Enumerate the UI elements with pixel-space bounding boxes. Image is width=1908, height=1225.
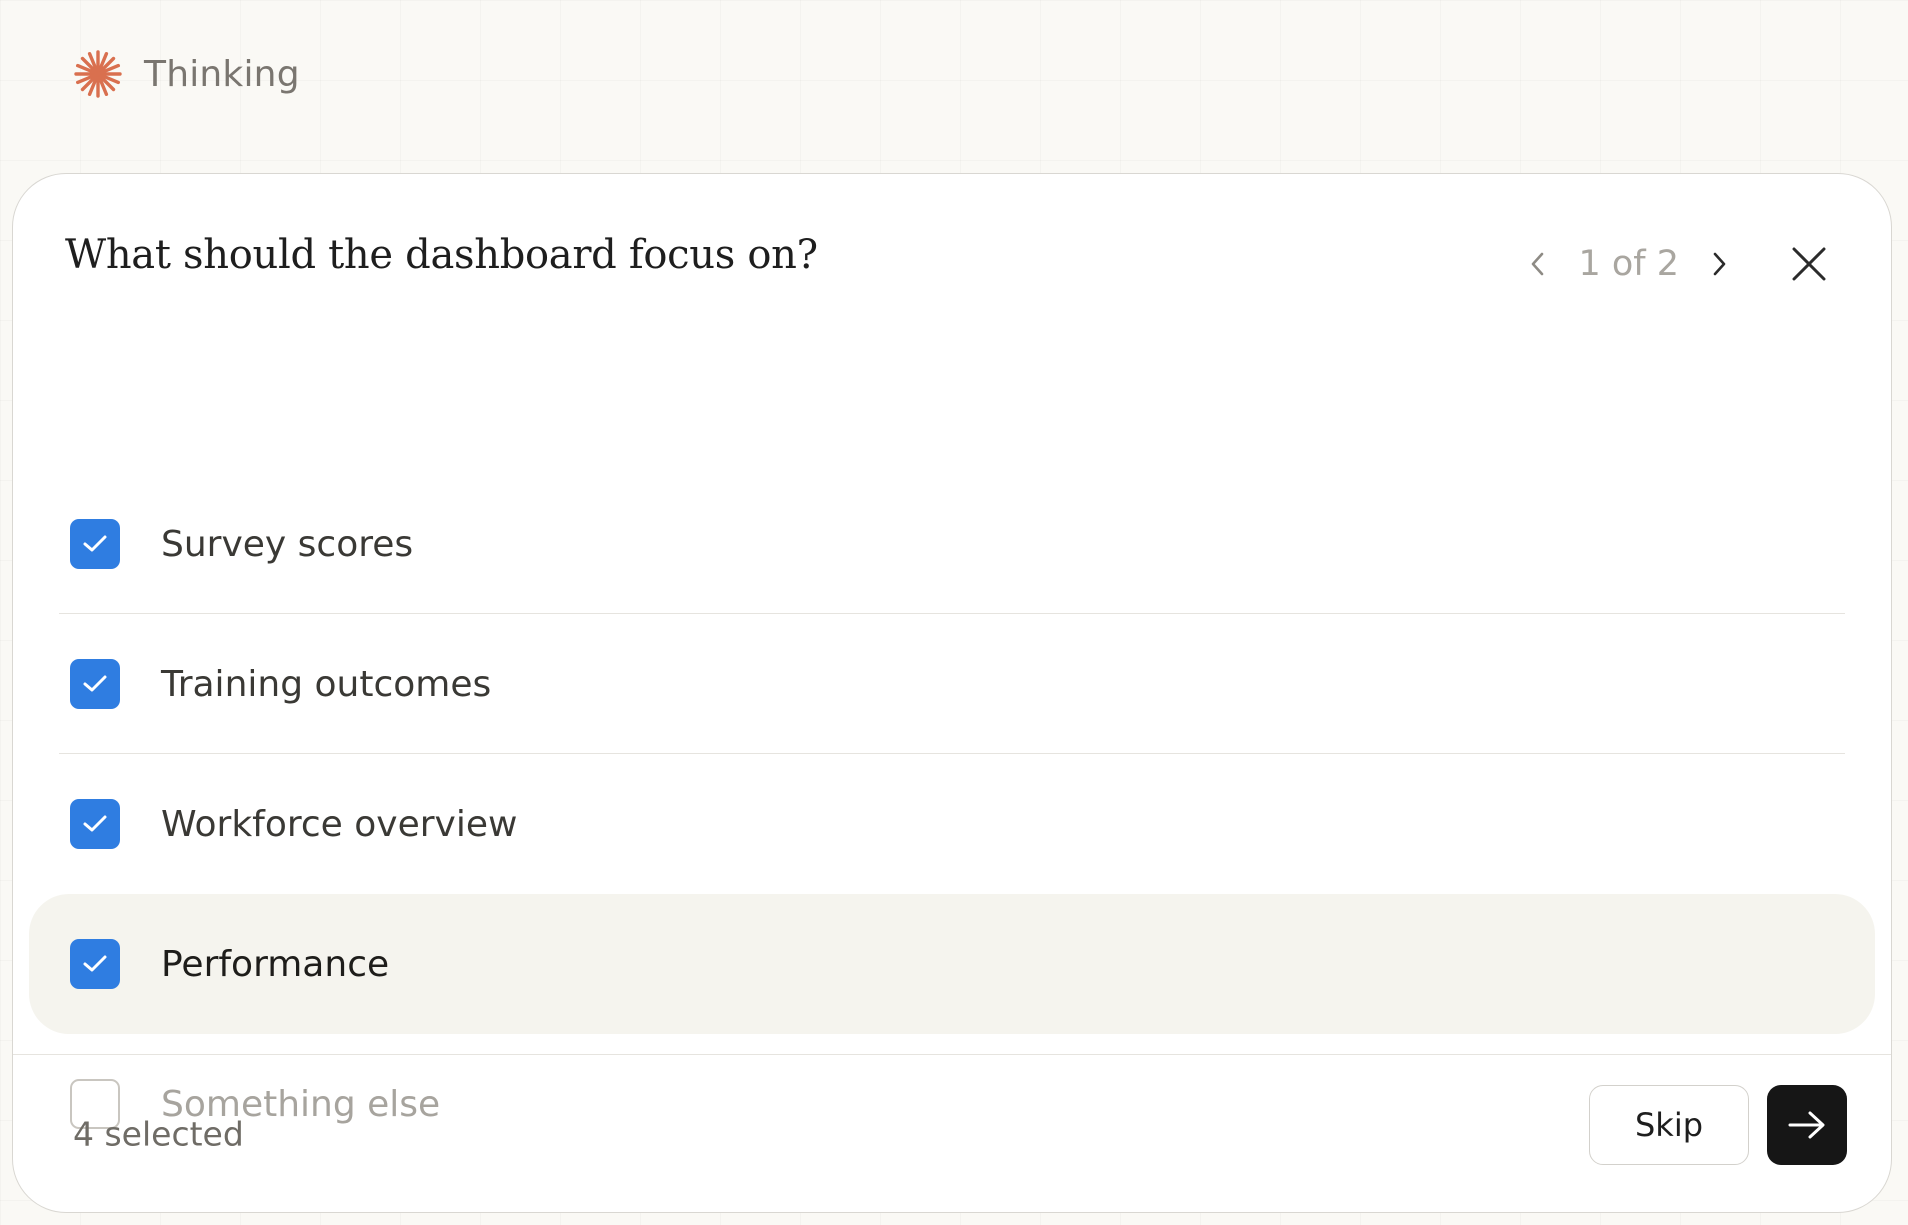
check-icon	[83, 675, 107, 692]
selected-count: 4 selected	[73, 1114, 244, 1153]
thinking-status: Thinking	[72, 46, 300, 102]
pager-text: 1 of 2	[1578, 244, 1679, 284]
option-label: Performance	[161, 943, 390, 985]
option-training-outcomes[interactable]: Training outcomes	[13, 614, 1891, 754]
sparkle-asterisk-icon	[74, 50, 122, 98]
checkbox-checked[interactable]	[70, 939, 120, 989]
chevron-left-icon	[1532, 252, 1544, 276]
option-survey-scores[interactable]: Survey scores	[13, 474, 1891, 614]
check-icon	[83, 535, 107, 552]
chevron-right-icon	[1713, 252, 1726, 276]
previous-question-button[interactable]	[1516, 242, 1560, 286]
check-icon	[83, 815, 107, 832]
option-label: Training outcomes	[161, 663, 492, 705]
close-button[interactable]	[1779, 234, 1839, 294]
question-pager: 1 of 2	[1516, 236, 1741, 292]
thinking-label: Thinking	[144, 53, 300, 95]
card-footer: 4 selected Skip	[13, 1054, 1891, 1212]
option-performance[interactable]: Performance	[29, 894, 1875, 1034]
option-workforce-overview[interactable]: Workforce overview	[13, 754, 1891, 894]
arrow-right-icon	[1788, 1111, 1825, 1139]
check-icon	[83, 955, 107, 972]
option-label: Workforce overview	[161, 803, 518, 845]
option-label: Survey scores	[161, 523, 414, 565]
close-icon	[1792, 247, 1826, 281]
next-button[interactable]	[1767, 1085, 1847, 1165]
skip-button[interactable]: Skip	[1589, 1085, 1749, 1165]
checkbox-checked[interactable]	[70, 519, 120, 569]
checkbox-checked[interactable]	[70, 659, 120, 709]
question-card: What should the dashboard focus on? 1 of…	[12, 173, 1892, 1213]
question-title: What should the dashboard focus on?	[65, 232, 818, 278]
checkbox-checked[interactable]	[70, 799, 120, 849]
next-question-button[interactable]	[1697, 242, 1741, 286]
card-header: What should the dashboard focus on? 1 of…	[13, 174, 1891, 344]
